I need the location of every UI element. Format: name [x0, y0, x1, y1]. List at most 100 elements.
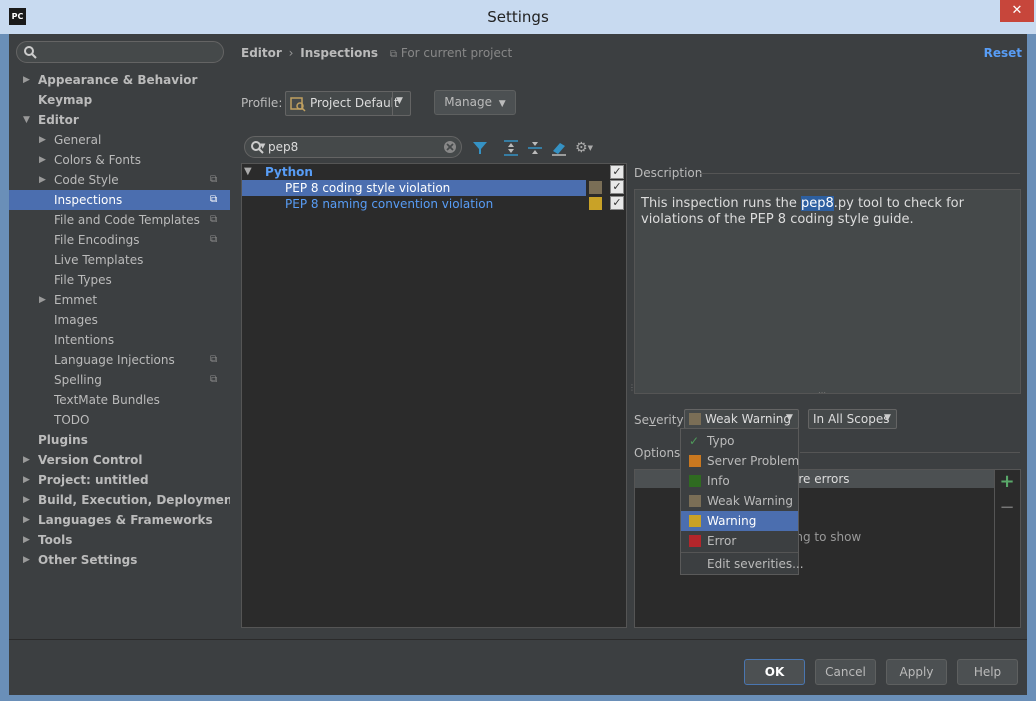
sidebar-item-build-execution-deployment[interactable]: ▶ Build, Execution, Deployment: [9, 490, 238, 510]
expand-arrow-icon[interactable]: ▶: [23, 510, 30, 530]
sidebar-item-label: Build, Execution, Deployment: [38, 493, 239, 507]
sidebar-item-version-control[interactable]: ▶ Version Control: [9, 450, 230, 470]
sidebar-item-tools[interactable]: ▶ Tools: [9, 530, 230, 550]
typo-icon: ✓: [689, 434, 700, 448]
severity-option-label: Error: [707, 534, 737, 548]
help-button[interactable]: Help: [957, 659, 1018, 685]
sidebar-item-label: File Encodings: [54, 233, 140, 247]
inspection-search-input[interactable]: ▼ pep8: [244, 136, 462, 158]
sidebar-item-code-style[interactable]: ▶ Code Style ⧉: [9, 170, 230, 190]
inspection-row-selected[interactable]: PEP 8 coding style violation: [242, 180, 586, 196]
sidebar-item-keymap[interactable]: Keymap: [9, 90, 230, 110]
sidebar-item-label: Project: untitled: [38, 473, 149, 487]
severity-option-typo[interactable]: ✓ Typo: [681, 431, 798, 451]
sidebar-item-languages-frameworks[interactable]: ▶ Languages & Frameworks: [9, 510, 230, 530]
severity-option-label: Warning: [707, 514, 757, 528]
sidebar-item-project[interactable]: ▶ Project: untitled: [9, 470, 230, 490]
severity-option-info[interactable]: Info: [681, 471, 798, 491]
profile-select[interactable]: Project Default ▼: [285, 91, 411, 116]
sidebar-item-label: TODO: [54, 413, 90, 427]
ok-button[interactable]: OK: [744, 659, 805, 685]
sidebar-item-todo[interactable]: TODO: [9, 410, 230, 430]
expand-arrow-icon[interactable]: ▶: [39, 170, 46, 190]
expand-arrow-icon[interactable]: ▶: [39, 290, 46, 310]
clear-search-icon[interactable]: [443, 140, 457, 154]
sidebar-item-colors-fonts[interactable]: ▶ Colors & Fonts: [9, 150, 230, 170]
settings-gear-icon[interactable]: ⚙▼: [575, 140, 593, 156]
expand-arrow-icon[interactable]: ▶: [23, 530, 30, 550]
resize-handle[interactable]: ⋯: [818, 389, 826, 397]
collapse-all-icon[interactable]: [527, 140, 543, 156]
sidebar-item-other-settings[interactable]: ▶ Other Settings: [9, 550, 230, 570]
expand-arrow-icon[interactable]: ▶: [23, 450, 30, 470]
sidebar-item-file-types[interactable]: File Types: [9, 270, 230, 290]
severity-dropdown-menu: ✓ Typo Server Problem Info Weak Warning …: [680, 428, 804, 575]
sidebar-item-editor[interactable]: ▼ Editor: [9, 110, 230, 130]
expand-all-icon[interactable]: [503, 140, 519, 156]
profile-value: Project Default: [310, 96, 399, 110]
reset-to-default-icon[interactable]: [551, 140, 567, 156]
sidebar-item-images[interactable]: Images: [9, 310, 230, 330]
severity-color-swatch: [689, 535, 701, 547]
severity-option-error[interactable]: Error: [681, 531, 798, 551]
sidebar-item-file-code-templates[interactable]: File and Code Templates ⧉: [9, 210, 230, 230]
remove-icon[interactable]: −: [997, 498, 1017, 518]
edit-severities-item[interactable]: Edit severities...: [681, 554, 804, 574]
expand-arrow-icon[interactable]: ▶: [23, 470, 30, 490]
sidebar-item-intentions[interactable]: Intentions: [9, 330, 230, 350]
description-highlight: pep8: [800, 196, 834, 211]
expand-arrow-icon[interactable]: ▶: [23, 550, 30, 570]
sidebar-item-label: Images: [54, 313, 98, 327]
sidebar-item-emmet[interactable]: ▶ Emmet: [9, 290, 230, 310]
reset-link[interactable]: Reset: [980, 45, 1022, 61]
collapse-arrow-icon[interactable]: ▼: [23, 110, 30, 130]
severity-label-suffix: erity:: [656, 413, 687, 427]
sidebar-item-label: Tools: [38, 533, 73, 547]
inspection-checkbox[interactable]: ✓: [610, 180, 624, 194]
close-window-button[interactable]: ✕: [1000, 0, 1034, 22]
manage-button[interactable]: Manage ▼: [434, 90, 516, 115]
description-text-start: This inspection runs the: [641, 196, 801, 211]
severity-label: Severity:: [634, 412, 687, 428]
severity-select[interactable]: Weak Warning ▼: [684, 409, 799, 429]
expand-arrow-icon[interactable]: ▶: [39, 150, 46, 170]
search-history-icon[interactable]: ▼: [260, 142, 265, 150]
sidebar-item-live-templates[interactable]: Live Templates: [9, 250, 230, 270]
severity-option-server-problem[interactable]: Server Problem: [681, 451, 799, 471]
sidebar-item-inspections[interactable]: Inspections ⧉: [9, 190, 230, 210]
sidebar-item-textmate-bundles[interactable]: TextMate Bundles: [9, 390, 230, 410]
severity-option-weak-warning[interactable]: Weak Warning: [681, 491, 798, 511]
sidebar-item-plugins[interactable]: Plugins: [9, 430, 230, 450]
sidebar-item-label: Inspections: [54, 193, 123, 207]
group-python-checkbox[interactable]: ✓: [610, 165, 624, 179]
sidebar-item-label: Intentions: [54, 333, 115, 347]
sidebar-search-input[interactable]: [16, 41, 224, 63]
scope-select[interactable]: In All Scopes ▼: [808, 409, 897, 429]
project-scope-icon: ⧉: [210, 194, 218, 205]
filter-icon[interactable]: [472, 140, 488, 156]
breadcrumb-inspections: Inspections: [300, 46, 379, 60]
splitter-handle[interactable]: ⋮: [628, 384, 636, 400]
cancel-button[interactable]: Cancel: [815, 659, 876, 685]
add-icon[interactable]: +: [997, 472, 1017, 492]
apply-button[interactable]: Apply: [886, 659, 947, 685]
expand-arrow-icon[interactable]: ▶: [23, 70, 30, 90]
sidebar-item-language-injections[interactable]: Language Injections ⧉: [9, 350, 230, 370]
sidebar-item-general[interactable]: ▶ General: [9, 130, 230, 150]
sidebar-item-label: Plugins: [38, 433, 88, 447]
chevron-down-icon: ▼: [786, 413, 793, 423]
scope-value: In All Scopes: [813, 412, 890, 426]
chevron-down-icon: ▼: [884, 413, 891, 423]
group-python[interactable]: Python: [265, 165, 313, 179]
sidebar-item-spelling[interactable]: Spelling ⧉: [9, 370, 230, 390]
sidebar-item-appearance-behavior[interactable]: ▶ Appearance & Behavior: [9, 70, 230, 90]
collapse-arrow-icon[interactable]: ▼: [244, 165, 252, 179]
project-scope-icon: ⧉: [210, 374, 218, 385]
severity-option-warning[interactable]: Warning: [681, 511, 798, 531]
expand-arrow-icon[interactable]: ▶: [39, 130, 46, 150]
expand-arrow-icon[interactable]: ▶: [23, 490, 30, 510]
sidebar-item-file-encodings[interactable]: File Encodings ⧉: [9, 230, 230, 250]
inspection-row[interactable]: PEP 8 naming convention violation: [242, 196, 586, 212]
breadcrumb-editor: Editor: [241, 46, 282, 60]
inspection-checkbox[interactable]: ✓: [610, 196, 624, 210]
